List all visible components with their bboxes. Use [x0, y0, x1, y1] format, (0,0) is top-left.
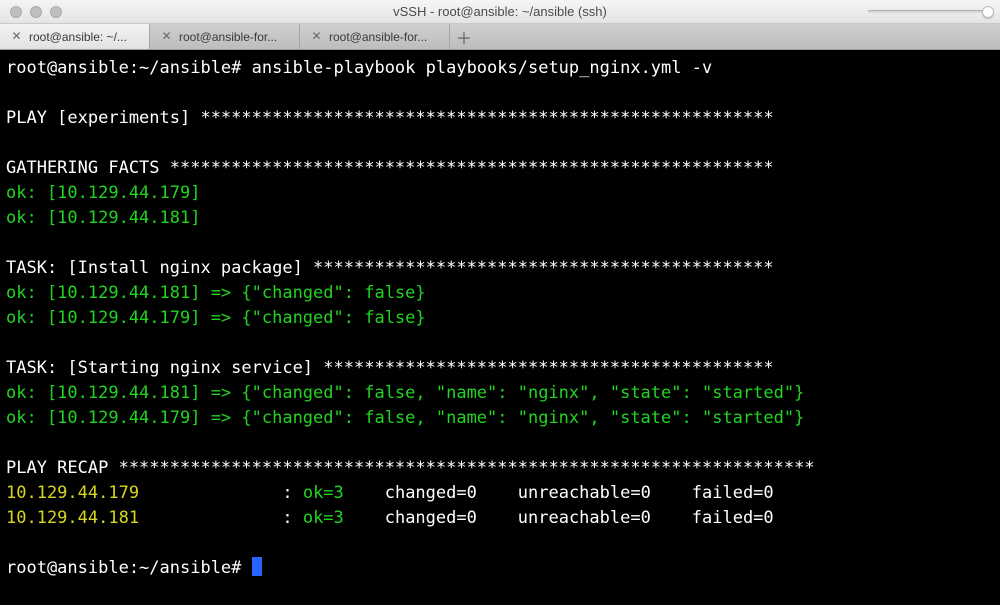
tab-2[interactable]: ✕ root@ansible-for...	[300, 24, 450, 49]
recap-host: 10.129.44.179	[6, 483, 139, 503]
close-window-button[interactable]	[10, 6, 22, 18]
close-icon[interactable]: ✕	[160, 30, 173, 43]
prompt-text: root@ansible:~/ansible#	[6, 558, 252, 578]
prompt-text: root@ansible:~/ansible#	[6, 58, 252, 78]
result-line: ok: [10.129.44.179] => {"changed": false…	[6, 408, 804, 428]
terminal-output[interactable]: root@ansible:~/ansible# ansible-playbook…	[0, 50, 1000, 605]
recap-ok: ok=3	[303, 508, 375, 528]
task-header: TASK: [Install nginx package] **********…	[6, 258, 784, 278]
play-header: PLAY [experiments] *********************…	[6, 108, 784, 128]
result-line: ok: [10.129.44.181]	[6, 208, 200, 228]
recap-sep: :	[139, 483, 303, 503]
tab-1[interactable]: ✕ root@ansible-for...	[150, 24, 300, 49]
recap-rest: changed=0 unreachable=0 failed=0	[374, 508, 804, 528]
result-line: ok: [10.129.44.181] => {"changed": false…	[6, 283, 426, 303]
tab-0[interactable]: ✕ root@ansible: ~/...	[0, 24, 150, 49]
recap-rest: changed=0 unreachable=0 failed=0	[374, 483, 804, 503]
close-icon[interactable]: ✕	[310, 30, 323, 43]
zoom-slider[interactable]	[868, 7, 988, 17]
gathering-facts-header: GATHERING FACTS ************************…	[6, 158, 784, 178]
recap-host: 10.129.44.181	[6, 508, 139, 528]
recap-ok: ok=3	[303, 483, 375, 503]
recap-sep: :	[139, 508, 303, 528]
titlebar: vSSH - root@ansible: ~/ansible (ssh)	[0, 0, 1000, 24]
window-title: vSSH - root@ansible: ~/ansible (ssh)	[0, 4, 1000, 19]
result-line: ok: [10.129.44.179] => {"changed": false…	[6, 308, 426, 328]
close-icon[interactable]: ✕	[10, 30, 23, 43]
tabbar: ✕ root@ansible: ~/... ✕ root@ansible-for…	[0, 24, 1000, 50]
traffic-lights	[0, 6, 62, 18]
result-line: ok: [10.129.44.179]	[6, 183, 200, 203]
tab-label: root@ansible-for...	[329, 30, 427, 44]
minimize-window-button[interactable]	[30, 6, 42, 18]
task-header: TASK: [Starting nginx service] *********…	[6, 358, 784, 378]
result-line: ok: [10.129.44.181] => {"changed": false…	[6, 383, 804, 403]
tab-label: root@ansible-for...	[179, 30, 277, 44]
cursor	[252, 557, 262, 576]
command-text: ansible-playbook playbooks/setup_nginx.y…	[252, 58, 713, 78]
new-tab-button[interactable]: ＋	[450, 24, 478, 49]
zoom-window-button[interactable]	[50, 6, 62, 18]
tab-label: root@ansible: ~/...	[29, 30, 127, 44]
recap-header: PLAY RECAP *****************************…	[6, 458, 825, 478]
